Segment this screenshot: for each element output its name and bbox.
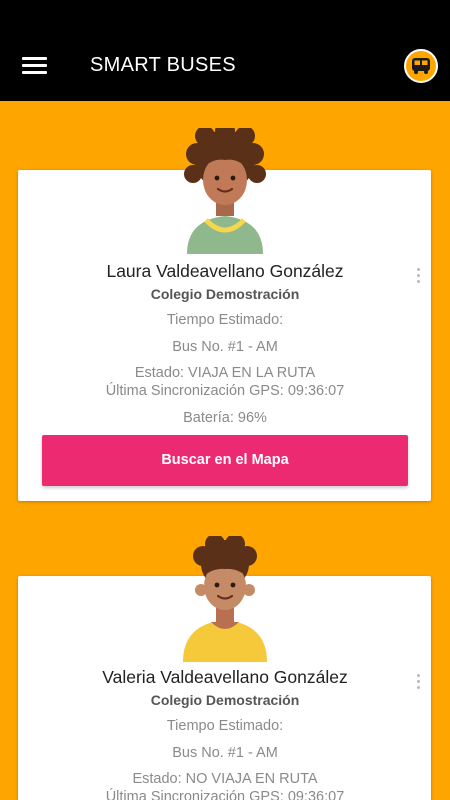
more-vert-icon[interactable] [413, 673, 425, 691]
gps-sync-text: Última Sincronización GPS: 09:36:07 [105, 383, 345, 399]
status-text: Estado: VIAJA EN LA RUTA [134, 365, 316, 381]
battery-text: Batería: 96% [183, 410, 267, 426]
status-text: Estado: NO VIAJA EN RUTA [132, 771, 318, 787]
hamburger-menu-icon[interactable] [22, 55, 48, 77]
estimated-time: Tiempo Estimado: [166, 312, 284, 328]
more-vert-icon[interactable] [413, 267, 425, 285]
app-bar: SMART BUSES [0, 0, 450, 101]
school-bus-icon[interactable] [404, 49, 438, 83]
boy-avatar [177, 534, 273, 662]
student-name: Valeria Valdeavellano González [102, 667, 348, 687]
bus-number: Bus No. #1 - AM [172, 339, 278, 355]
app-title: SMART BUSES [90, 54, 236, 76]
girl-avatar [177, 121, 273, 254]
school-name: Colegio Demostración [150, 286, 300, 302]
gps-sync-text: Última Sincronización GPS: 09:36:07 [105, 789, 345, 800]
search-map-button[interactable]: Buscar en el Mapa [42, 435, 408, 486]
student-name: Laura Valdeavellano González [106, 261, 344, 281]
school-name: Colegio Demostración [150, 692, 300, 708]
bus-number: Bus No. #1 - AM [172, 745, 278, 761]
estimated-time: Tiempo Estimado: [166, 718, 284, 734]
